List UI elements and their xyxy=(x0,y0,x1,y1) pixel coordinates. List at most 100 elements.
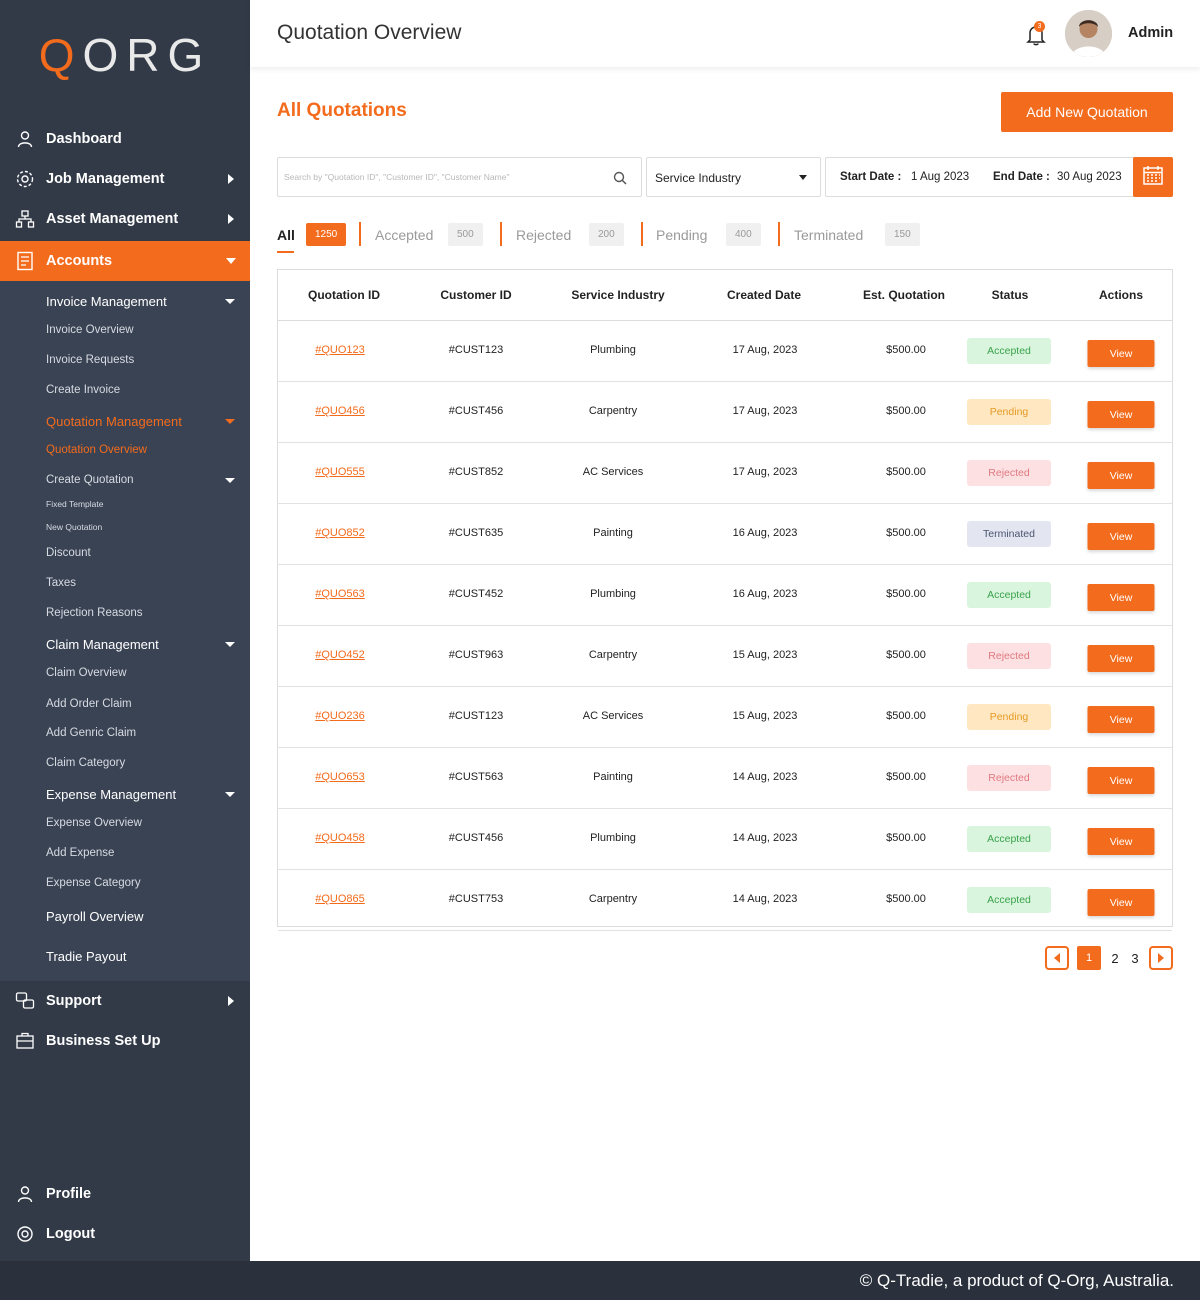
submenu-invoice-overview[interactable]: Invoice Overview xyxy=(46,324,134,336)
submenu-add-order-claim[interactable]: Add Order Claim xyxy=(46,698,132,710)
view-button[interactable]: View xyxy=(1087,462,1155,489)
quotation-id-link[interactable]: #QUO865 xyxy=(315,893,365,905)
submenu-add-expense[interactable]: Add Expense xyxy=(46,847,114,859)
end-date-value: 30 Aug 2023 xyxy=(1057,171,1122,183)
view-button[interactable]: View xyxy=(1087,401,1155,428)
submenu-quotation-overview[interactable]: Quotation Overview xyxy=(46,444,147,456)
quotation-id-link[interactable]: #QUO236 xyxy=(315,710,365,722)
submenu-claim-management[interactable]: Claim Management xyxy=(46,637,159,652)
est-quotation-cell: $500.00 xyxy=(886,527,926,539)
submenu-new-quotation[interactable]: New Quotation xyxy=(46,522,102,532)
submenu-taxes[interactable]: Taxes xyxy=(46,577,76,589)
logout-icon xyxy=(14,1223,36,1245)
submenu-fixed-template[interactable]: Fixed Template xyxy=(46,499,103,509)
view-button[interactable]: View xyxy=(1087,889,1155,916)
avatar[interactable] xyxy=(1065,10,1112,57)
view-button[interactable]: View xyxy=(1087,828,1155,855)
service-industry-cell: Plumbing xyxy=(590,344,636,356)
quotations-table: Quotation ID Customer ID Service Industr… xyxy=(277,269,1173,931)
logo-q: Q xyxy=(38,29,83,81)
section-title: All Quotations xyxy=(277,100,407,121)
tab-pending[interactable]: Pending xyxy=(656,227,707,243)
search-input[interactable]: Search by "Quotation ID", "Customer ID",… xyxy=(277,157,642,197)
quotation-id-link[interactable]: #QUO563 xyxy=(315,588,365,600)
submenu-tradie-payout[interactable]: Tradie Payout xyxy=(46,949,126,964)
notification-badge: 3 xyxy=(1034,21,1045,32)
network-icon xyxy=(14,208,36,230)
submenu-create-invoice[interactable]: Create Invoice xyxy=(46,384,120,396)
tab-terminated[interactable]: Terminated xyxy=(794,227,863,243)
service-industry-cell: Painting xyxy=(593,527,633,539)
submenu-claim-overview[interactable]: Claim Overview xyxy=(46,667,127,679)
page-1-button[interactable]: 1 xyxy=(1077,946,1101,970)
customer-id-cell: #CUST452 xyxy=(448,588,504,600)
tab-accepted[interactable]: Accepted xyxy=(375,227,433,243)
caret-left-icon xyxy=(1054,953,1060,963)
submenu-invoice-management[interactable]: Invoice Management xyxy=(46,294,167,309)
submenu-discount[interactable]: Discount xyxy=(46,547,91,559)
service-industry-cell: AC Services xyxy=(582,466,644,478)
brand-logo[interactable]: Q ORG xyxy=(0,0,250,110)
calendar-button[interactable] xyxy=(1133,157,1173,197)
created-date-cell: 16 Aug, 2023 xyxy=(732,588,798,600)
sidebar-item-logout[interactable]: Logout xyxy=(0,1214,250,1254)
submenu-quotation-management[interactable]: Quotation Management xyxy=(46,414,182,429)
prev-page-button[interactable] xyxy=(1045,946,1069,970)
quotation-id-link[interactable]: #QUO452 xyxy=(315,649,365,661)
column-header: Est. Quotation xyxy=(863,288,945,302)
quotation-id-link[interactable]: #QUO456 xyxy=(315,405,365,417)
view-button[interactable]: View xyxy=(1087,340,1155,367)
sidebar-item-profile[interactable]: Profile xyxy=(0,1174,250,1214)
service-industry-cell: Plumbing xyxy=(590,588,636,600)
quotation-id-link[interactable]: #QUO458 xyxy=(315,832,365,844)
search-icon[interactable] xyxy=(613,171,627,190)
submenu-expense-management[interactable]: Expense Management xyxy=(46,787,176,802)
submenu-expense-overview[interactable]: Expense Overview xyxy=(46,817,142,829)
sidebar-item-business-setup[interactable]: Business Set Up xyxy=(0,1021,250,1061)
created-date-cell: 17 Aug, 2023 xyxy=(732,344,798,356)
submenu-claim-category[interactable]: Claim Category xyxy=(46,757,125,769)
view-button[interactable]: View xyxy=(1087,584,1155,611)
column-header: Created Date xyxy=(726,288,802,302)
footer: © Q-Tradie, a product of Q-Org, Australi… xyxy=(0,1261,1200,1300)
sidebar-item-asset-management[interactable]: Asset Management xyxy=(0,199,250,239)
view-button[interactable]: View xyxy=(1087,645,1155,672)
quotation-id-link[interactable]: #QUO123 xyxy=(315,344,365,356)
quotation-id-link[interactable]: #QUO852 xyxy=(315,527,365,539)
customer-id-cell: #CUST123 xyxy=(448,710,504,722)
sidebar-item-dashboard[interactable]: Dashboard xyxy=(0,119,250,159)
calendar-icon xyxy=(1142,164,1164,191)
service-industry-select[interactable]: Service Industry xyxy=(646,157,821,197)
customer-id-cell: #CUST963 xyxy=(448,649,504,661)
column-header: Customer ID xyxy=(440,288,512,302)
submenu-payroll-overview[interactable]: Payroll Overview xyxy=(46,909,144,924)
tab-all[interactable]: All xyxy=(277,227,295,243)
tab-rejected[interactable]: Rejected xyxy=(516,227,571,243)
quotation-id-link[interactable]: #QUO555 xyxy=(315,466,365,478)
view-button[interactable]: View xyxy=(1087,706,1155,733)
sidebar-item-label: Accounts xyxy=(46,253,113,269)
add-quotation-button[interactable]: Add New Quotation xyxy=(1001,92,1173,132)
submenu-expense-category[interactable]: Expense Category xyxy=(46,877,141,889)
quotation-id-link[interactable]: #QUO653 xyxy=(315,771,365,783)
chevron-down-icon xyxy=(226,258,236,264)
status-badge: Accepted xyxy=(967,887,1051,913)
submenu-create-quotation[interactable]: Create Quotation xyxy=(46,474,134,486)
date-range-field[interactable]: Start Date : 1 Aug 2023 End Date : 30 Au… xyxy=(825,157,1173,197)
chevron-down-icon xyxy=(225,419,235,424)
view-button[interactable]: View xyxy=(1087,523,1155,550)
table-row: #QUO456 #CUST456 Carpentry 17 Aug, 2023 $500… xyxy=(278,382,1172,443)
sidebar-item-accounts[interactable]: Accounts xyxy=(0,241,250,281)
sidebar-item-job-management[interactable]: Job Management xyxy=(0,159,250,199)
submenu-invoice-requests[interactable]: Invoice Requests xyxy=(46,354,134,366)
sidebar-item-support[interactable]: Support xyxy=(0,981,250,1021)
page-3-button[interactable]: 3 xyxy=(1123,946,1147,970)
next-page-button[interactable] xyxy=(1149,946,1173,970)
est-quotation-cell: $500.00 xyxy=(886,466,926,478)
status-badge: Accepted xyxy=(967,826,1051,852)
table-row: #QUO452 #CUST963 Carpentry 15 Aug, 2023 $500… xyxy=(278,626,1172,687)
submenu-add-genric-claim[interactable]: Add Genric Claim xyxy=(46,727,136,739)
view-button[interactable]: View xyxy=(1087,767,1155,794)
user-name[interactable]: Admin xyxy=(1128,25,1173,41)
submenu-rejection-reasons[interactable]: Rejection Reasons xyxy=(46,607,143,619)
